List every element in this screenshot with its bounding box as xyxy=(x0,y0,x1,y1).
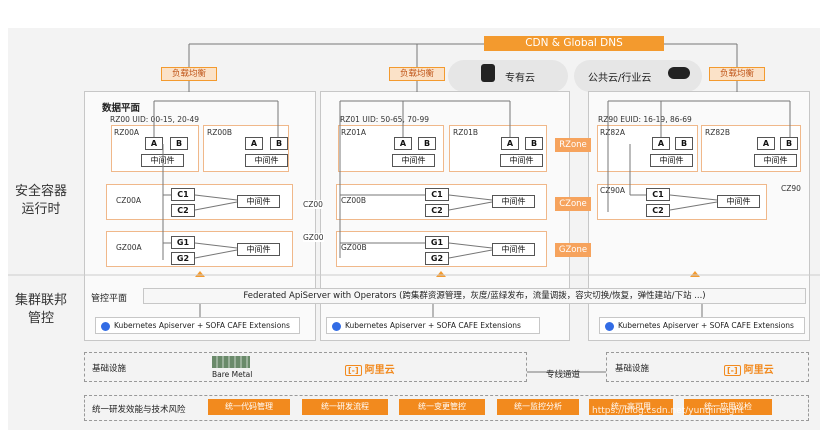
box-b: B xyxy=(675,137,693,150)
k8s-apiserver-right: Kubernetes Apiserver + SOFA CAFE Extensi… xyxy=(599,317,805,334)
cz00b-label: CZ00B xyxy=(341,196,367,205)
region-right-uid: RZ90 EUID: 16-19, 86-69 xyxy=(598,115,692,124)
load-balancer-2: 负载均衡 xyxy=(389,67,445,81)
secure-container-runtime-label: 安全容器 运行时 xyxy=(14,184,67,217)
unified-code-button: 统一代码管理 xyxy=(208,399,290,415)
gz00a-label: GZ00A xyxy=(116,243,142,252)
private-cloud-label: 专有云 xyxy=(505,73,535,84)
up-arrow-icon xyxy=(195,271,205,277)
public-cloud-label: 公共云/行业云 xyxy=(588,73,652,84)
bare-metal-label: Bare Metal xyxy=(212,370,253,379)
unified-change-button: 统一变更管控 xyxy=(399,399,485,415)
cluster-federation-label: 集群联邦 管控 xyxy=(14,293,67,326)
cz90a-label: CZ90A xyxy=(600,186,626,195)
up-arrow-icon xyxy=(436,271,446,277)
region-left-uid: RZ00 UID: 00-15, 20-49 xyxy=(110,115,200,124)
cz90-label: CZ90 xyxy=(781,184,801,193)
box-a: A xyxy=(501,137,519,150)
box-c2: C2 xyxy=(425,204,449,217)
kubernetes-icon xyxy=(332,321,341,331)
box-b: B xyxy=(525,137,543,150)
infra-label-left: 基础设施 xyxy=(92,364,127,374)
gzone-badge: GZone xyxy=(555,243,591,257)
aliyun-logo-right: [-] 阿里云 xyxy=(724,361,774,376)
middleware-box: 中间件 xyxy=(650,154,693,167)
rz82a-label: RZ82A xyxy=(600,128,626,137)
architecture-diagram: CDN & Global DNS 负载均衡 负载均衡 负载均衡 专有云 公共云/… xyxy=(0,0,825,432)
load-balancer-1: 负载均衡 xyxy=(161,67,217,81)
middleware-box: 中间件 xyxy=(500,154,543,167)
watermark: https://blog.csdn.net/yunqiinsight xyxy=(592,406,744,416)
aliyun-icon: [-] xyxy=(724,365,741,376)
box-a: A xyxy=(394,137,412,150)
k8s-label: Kubernetes Apiserver + SOFA CAFE Extensi… xyxy=(345,321,521,330)
box-a: A xyxy=(757,137,775,150)
aliyun-icon: [-] xyxy=(345,365,362,376)
infra-label-right: 基础设施 xyxy=(615,364,650,374)
middleware-box: 中间件 xyxy=(492,243,535,256)
dedicated-line-label: 专线通道 xyxy=(546,370,581,380)
box-c1: C1 xyxy=(425,188,449,201)
control-plane-title: 管控平面 xyxy=(91,294,128,304)
k8s-label: Kubernetes Apiserver + SOFA CAFE Extensi… xyxy=(618,321,794,330)
aliyun-text: 阿里云 xyxy=(364,365,395,376)
box-a: A xyxy=(245,137,263,150)
unified-rd-label: 统一研发效能与技术风险 xyxy=(92,405,186,415)
cz00a-label: CZ00A xyxy=(116,196,142,205)
box-c2: C2 xyxy=(646,204,670,217)
middleware-box: 中间件 xyxy=(245,154,288,167)
cloud-icon xyxy=(668,67,690,79)
aliyun-text: 阿里云 xyxy=(743,365,774,376)
middleware-box: 中间件 xyxy=(237,195,280,208)
unified-monitor-button: 统一监控分析 xyxy=(497,399,579,415)
middleware-box: 中间件 xyxy=(141,154,184,167)
kubernetes-icon xyxy=(101,321,110,331)
rz01b-label: RZ01B xyxy=(453,128,479,137)
kubernetes-icon xyxy=(605,321,614,331)
infra-left-box xyxy=(84,352,527,382)
rz01a-label: RZ01A xyxy=(341,128,367,137)
box-b: B xyxy=(780,137,798,150)
load-balancer-3: 负载均衡 xyxy=(709,67,765,81)
gz00b-label: GZ00B xyxy=(341,243,367,252)
middleware-box: 中间件 xyxy=(237,243,280,256)
up-arrow-icon xyxy=(690,271,700,277)
region-mid-uid: RZ01 UID: 50-65, 70-99 xyxy=(340,115,430,124)
rzone-badge: RZone xyxy=(555,138,591,152)
database-icon xyxy=(481,64,495,82)
box-g2: G2 xyxy=(425,252,449,265)
aliyun-logo-left: [-] 阿里云 xyxy=(345,361,395,376)
rz00a-label: RZ00A xyxy=(114,128,140,137)
middleware-box: 中间件 xyxy=(754,154,797,167)
box-g1: G1 xyxy=(171,236,195,249)
box-b: B xyxy=(270,137,288,150)
k8s-label: Kubernetes Apiserver + SOFA CAFE Extensi… xyxy=(114,321,290,330)
k8s-apiserver-left: Kubernetes Apiserver + SOFA CAFE Extensi… xyxy=(95,317,300,334)
box-c1: C1 xyxy=(646,188,670,201)
box-g2: G2 xyxy=(171,252,195,265)
box-c2: C2 xyxy=(171,204,195,217)
box-b: B xyxy=(418,137,436,150)
box-a: A xyxy=(652,137,670,150)
federated-apiserver-box: Federated ApiServer with Operators (跨集群资… xyxy=(143,288,806,304)
data-plane-title: 数据平面 xyxy=(102,103,141,114)
cz00-label: CZ00 xyxy=(303,200,323,209)
box-b: B xyxy=(170,137,188,150)
box-a: A xyxy=(145,137,163,150)
server-rack-icon xyxy=(212,356,250,368)
k8s-apiserver-mid: Kubernetes Apiserver + SOFA CAFE Extensi… xyxy=(326,317,540,334)
cdn-global-dns-box: CDN & Global DNS xyxy=(484,36,664,51)
rz00b-label: RZ00B xyxy=(207,128,233,137)
rz82b-label: RZ82B xyxy=(705,128,731,137)
middleware-box: 中间件 xyxy=(717,195,760,208)
middleware-box: 中间件 xyxy=(392,154,435,167)
middleware-box: 中间件 xyxy=(492,195,535,208)
box-g1: G1 xyxy=(425,236,449,249)
gz00-label: GZ00 xyxy=(303,233,324,242)
czone-badge: CZone xyxy=(555,197,591,211)
unified-process-button: 统一研发流程 xyxy=(302,399,388,415)
box-c1: C1 xyxy=(171,188,195,201)
